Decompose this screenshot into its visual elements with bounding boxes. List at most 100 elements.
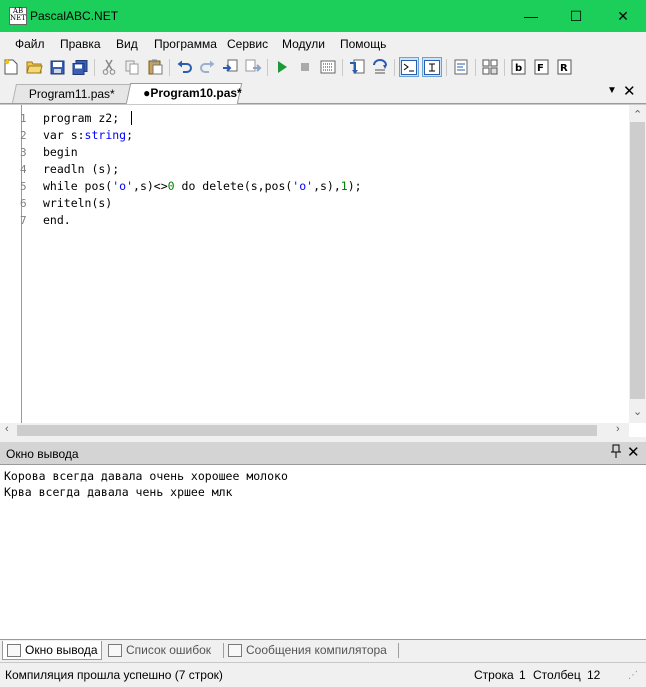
vertical-scroll-thumb[interactable] [630, 122, 645, 399]
redo-icon[interactable] [198, 58, 216, 76]
run-icon[interactable] [273, 58, 291, 76]
tab-compiler-messages[interactable]: Сообщения компилятора [224, 641, 396, 660]
menu-edit[interactable]: Правка [60, 37, 101, 51]
code-line[interactable]: begin [43, 145, 78, 159]
code-token: end. [43, 213, 71, 227]
open-icon[interactable] [25, 58, 43, 76]
output-line: Корова всегда давала очень хорошее молок… [4, 469, 288, 483]
menu-modules[interactable]: Модули [282, 37, 325, 51]
undo-icon[interactable] [175, 58, 193, 76]
tab-program11[interactable]: Program11.pas* [11, 84, 135, 103]
format-icon[interactable] [452, 58, 470, 76]
close-window-button[interactable]: ✕ [600, 0, 646, 32]
error-list-icon [108, 644, 122, 657]
tab-program10[interactable]: ●Program10.pas* [125, 83, 243, 104]
menu-help[interactable]: Помощь [340, 37, 386, 51]
cut-icon[interactable] [100, 58, 118, 76]
line-number: 4 [20, 163, 27, 176]
code-line[interactable]: var s:string; [43, 128, 133, 142]
save-icon[interactable] [48, 58, 66, 76]
status-line-value: 1 [519, 668, 526, 682]
code-line[interactable]: readln (s); [43, 162, 119, 176]
menu-view[interactable]: Вид [116, 37, 138, 51]
pin-icon[interactable] [611, 444, 621, 461]
copy-icon[interactable] [123, 58, 141, 76]
minimize-button[interactable]: — [508, 0, 554, 32]
code-token: ,s), [313, 179, 341, 193]
resize-grip-icon[interactable]: ⋰ [628, 670, 638, 681]
code-line[interactable]: while pos('o',s)<>0 do delete(s,pos('o',… [43, 179, 362, 193]
code-token: writeln(s) [43, 196, 113, 210]
replace-icon[interactable] [244, 58, 262, 76]
code-editor[interactable]: 1 2 3 4 5 6 7 program z2; var s:string; be… [0, 104, 646, 438]
text-caret [131, 111, 132, 125]
stop-icon[interactable] [296, 58, 314, 76]
help-icon[interactable]: R [556, 58, 574, 76]
code-token: ); [347, 179, 362, 193]
output-window-icon [7, 644, 21, 657]
code-token: 'o' [292, 179, 314, 193]
code-token: while pos( [43, 179, 113, 193]
debug-mode-icon[interactable] [422, 57, 442, 77]
output-panel-header [0, 442, 646, 464]
step-into-icon[interactable] [348, 58, 366, 76]
template-icon[interactable]: b [510, 58, 528, 76]
scroll-left-icon[interactable]: ‹ [5, 423, 9, 435]
line-number: 6 [20, 197, 27, 210]
tab-output-window[interactable]: Окно вывода [2, 641, 102, 660]
menu-program[interactable]: Программа [154, 37, 217, 51]
line-number: 5 [20, 180, 27, 193]
code-token: ; [126, 128, 134, 142]
close-tab-icon[interactable]: ✕ [623, 82, 636, 100]
svg-text:b: b [515, 63, 522, 74]
scroll-up-icon[interactable]: ⌃ [633, 108, 642, 121]
svg-text:R: R [560, 63, 568, 74]
code-token: 1 [340, 179, 348, 193]
line-number: 7 [20, 214, 27, 227]
new-file-icon[interactable] [2, 58, 20, 76]
svg-text:F: F [537, 63, 544, 74]
compile-icon[interactable] [319, 58, 337, 76]
menu-service[interactable]: Сервис [227, 37, 268, 51]
form-icon[interactable]: F [533, 58, 551, 76]
find-icon[interactable] [221, 58, 239, 76]
code-line[interactable]: writeln(s) [43, 196, 112, 210]
code-token: 0 [167, 179, 175, 193]
line-number: 3 [20, 146, 27, 159]
maximize-button[interactable]: ☐ [553, 0, 599, 32]
status-message: Компиляция прошла успешно (7 строк) [5, 668, 223, 682]
close-panel-icon[interactable]: ✕ [627, 443, 640, 461]
code-token: program z2; [43, 111, 120, 125]
code-token: readln (s); [43, 162, 120, 176]
code-token: 'o' [112, 179, 134, 193]
module-icon[interactable] [481, 58, 499, 76]
save-all-icon[interactable] [71, 58, 89, 76]
line-number: 2 [20, 129, 27, 142]
output-line: Крва всегда давала чень хршее млк [4, 485, 233, 499]
code-token: var s: [43, 128, 85, 142]
code-token: ,s)<> [133, 179, 168, 193]
output-panel-title: Окно вывода [6, 447, 79, 461]
code-line[interactable]: program z2; [43, 111, 119, 125]
compiler-messages-icon [228, 644, 242, 657]
menu-file[interactable]: Файл [15, 37, 45, 51]
window-title: PascalABC.NET [30, 9, 119, 23]
output-window[interactable]: Корова всегда давала очень хорошее молок… [0, 464, 646, 639]
code-token: begin [43, 145, 78, 159]
line-number: 1 [20, 112, 27, 125]
code-token: do delete(s,pos( [174, 179, 293, 193]
status-line-label: Строка [474, 668, 514, 682]
code-line[interactable]: end. [43, 213, 71, 227]
status-column-value: 12 [587, 668, 601, 682]
scroll-right-icon[interactable]: › [616, 423, 620, 435]
step-over-icon[interactable] [371, 58, 389, 76]
horizontal-scroll-thumb[interactable] [17, 425, 597, 436]
app-icon[interactable]: AB NET [9, 7, 27, 25]
paste-icon[interactable] [146, 58, 164, 76]
tab-error-list[interactable]: Список ошибок [104, 641, 222, 660]
scroll-down-icon[interactable]: ⌄ [633, 405, 642, 418]
console-icon[interactable] [399, 57, 419, 77]
code-token: string [84, 128, 127, 142]
status-column-label: Столбец [533, 668, 581, 682]
tab-list-dropdown-icon[interactable]: ▼ [607, 85, 617, 96]
